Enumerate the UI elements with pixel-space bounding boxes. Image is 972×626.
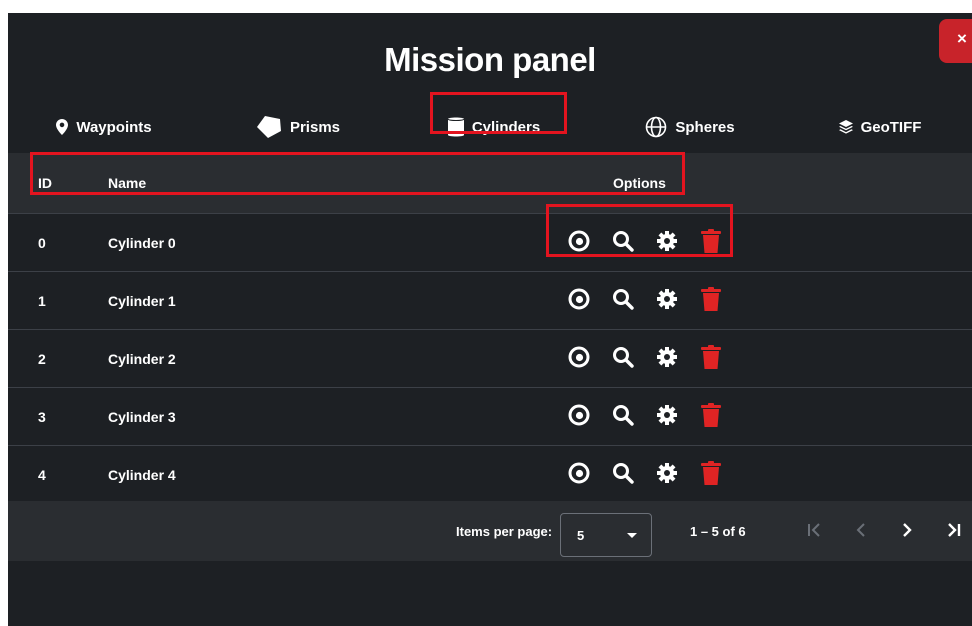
settings-button[interactable] <box>645 461 689 489</box>
table-header: ID Name Options <box>8 153 972 214</box>
search-icon <box>612 462 634 487</box>
tab-label: Cylinders <box>471 118 541 136</box>
trash-icon <box>701 345 721 372</box>
last-page-icon <box>945 522 961 540</box>
table-row: 2 Cylinder 2 <box>8 330 972 388</box>
zoom-button[interactable] <box>601 229 645 257</box>
paginator: Items per page: 5 1 – 5 of 6 <box>8 501 972 561</box>
chevron-left-icon <box>856 522 866 540</box>
previous-page-button[interactable] <box>838 513 884 549</box>
tab-bar: Waypoints Prisms Cylinders Spheres GeoTI… <box>8 101 972 154</box>
table-row: 3 Cylinder 3 <box>8 388 972 446</box>
zoom-button[interactable] <box>601 345 645 373</box>
page-size-select[interactable]: 5 <box>560 513 652 557</box>
delete-button[interactable] <box>689 287 733 315</box>
row-id: 3 <box>38 408 46 425</box>
tab-label: Spheres <box>675 118 735 136</box>
zoom-button[interactable] <box>601 461 645 489</box>
gear-icon <box>656 462 678 487</box>
first-page-icon <box>807 522 823 540</box>
search-icon <box>612 288 634 313</box>
gear-icon <box>656 230 678 255</box>
settings-button[interactable] <box>645 345 689 373</box>
gear-icon <box>656 346 678 371</box>
search-icon <box>612 230 634 255</box>
row-options <box>557 214 733 271</box>
items-per-page-label: Items per page: <box>456 523 553 539</box>
panel-title: Mission panel <box>384 41 596 78</box>
view-button[interactable] <box>557 345 601 373</box>
eye-icon <box>568 462 590 487</box>
gear-icon <box>656 288 678 313</box>
globe-icon <box>645 116 667 138</box>
tab-label: Waypoints <box>76 118 152 136</box>
search-icon <box>612 404 634 429</box>
row-options <box>557 330 733 387</box>
chevron-down-icon <box>627 533 637 538</box>
table-body: 0 Cylinder 0 1 Cylinder 1 2 Cylinder 2 3… <box>8 214 972 504</box>
zoom-button[interactable] <box>601 287 645 315</box>
tab-waypoints[interactable]: Waypoints <box>8 101 200 153</box>
trash-icon <box>701 287 721 314</box>
cylinder-icon <box>447 116 464 138</box>
trash-icon <box>701 403 721 430</box>
trash-icon <box>701 229 721 256</box>
row-name: Cylinder 4 <box>108 466 176 483</box>
view-button[interactable] <box>557 461 601 489</box>
search-icon <box>612 346 634 371</box>
first-page-button[interactable] <box>792 513 838 549</box>
view-button[interactable] <box>557 229 601 257</box>
map-pin-icon <box>56 119 69 135</box>
zoom-button[interactable] <box>601 403 645 431</box>
range-label: 1 – 5 of 6 <box>690 523 746 539</box>
tab-cylinders[interactable]: Cylinders <box>396 101 592 154</box>
table-row: 0 Cylinder 0 <box>8 214 972 272</box>
delete-button[interactable] <box>689 345 733 373</box>
delete-button[interactable] <box>689 229 733 257</box>
view-button[interactable] <box>557 403 601 431</box>
row-id: 2 <box>38 350 46 367</box>
row-id: 0 <box>38 234 46 251</box>
delete-button[interactable] <box>689 403 733 431</box>
view-button[interactable] <box>557 287 601 315</box>
gear-icon <box>656 404 678 429</box>
mission-panel: Mission panel × Waypoints Prisms Cylinde… <box>8 13 972 626</box>
eye-icon <box>568 404 590 429</box>
eye-icon <box>568 230 590 255</box>
column-header-options: Options <box>613 175 666 191</box>
row-options <box>557 272 733 329</box>
delete-button[interactable] <box>689 461 733 489</box>
layers-icon <box>838 120 853 134</box>
settings-button[interactable] <box>645 229 689 257</box>
table-row: 1 Cylinder 1 <box>8 272 972 330</box>
tab-spheres[interactable]: Spheres <box>592 101 788 153</box>
column-header-id: ID <box>38 175 52 191</box>
last-page-button[interactable] <box>930 513 972 549</box>
eye-icon <box>568 288 590 313</box>
row-name: Cylinder 1 <box>108 292 176 309</box>
tab-label: GeoTIFF <box>860 118 922 136</box>
settings-button[interactable] <box>645 403 689 431</box>
chevron-right-icon <box>902 522 912 540</box>
table-row: 4 Cylinder 4 <box>8 446 972 504</box>
eye-icon <box>568 346 590 371</box>
tab-geotiff[interactable]: GeoTIFF <box>788 101 972 153</box>
trash-icon <box>701 461 721 488</box>
pager-buttons <box>792 501 972 561</box>
row-options <box>557 446 733 503</box>
tab-label: Prisms <box>289 118 341 136</box>
settings-button[interactable] <box>645 287 689 315</box>
row-id: 4 <box>38 466 46 483</box>
row-name: Cylinder 3 <box>108 408 176 425</box>
tab-prisms[interactable]: Prisms <box>200 101 396 153</box>
page-size-value: 5 <box>577 527 585 543</box>
row-id: 1 <box>38 292 46 309</box>
row-name: Cylinder 2 <box>108 350 176 367</box>
row-name: Cylinder 0 <box>108 234 176 251</box>
next-page-button[interactable] <box>884 513 930 549</box>
pentagon-icon <box>256 115 282 139</box>
column-header-name: Name <box>108 175 147 191</box>
row-options <box>557 388 733 445</box>
close-button[interactable]: × <box>939 19 972 63</box>
